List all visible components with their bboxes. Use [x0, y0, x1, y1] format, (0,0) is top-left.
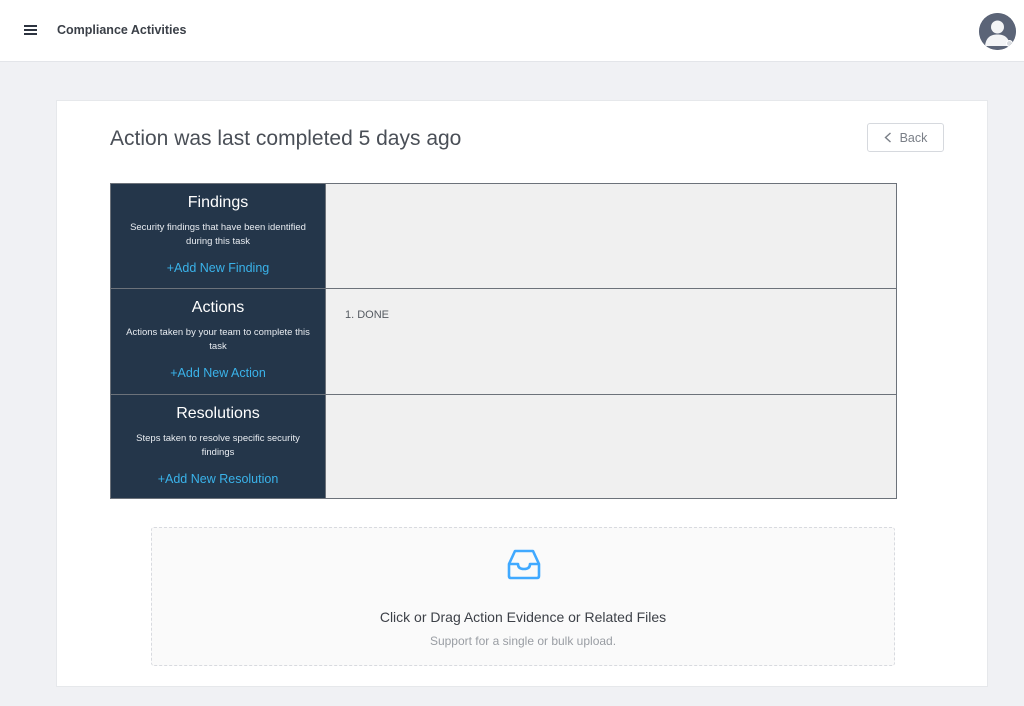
resolutions-label-cell: Resolutions Steps taken to resolve speci… [111, 395, 325, 498]
status-dot [1006, 40, 1013, 47]
actions-title: Actions [191, 299, 245, 316]
upload-title: Click or Drag Action Evidence or Related… [379, 609, 667, 625]
user-avatar-icon[interactable] [979, 13, 1016, 50]
activity-table: Findings Security findings that have bee… [110, 183, 897, 499]
plus-icon: + [157, 472, 166, 486]
upload-hint: Support for a single or bulk upload. [429, 634, 617, 648]
plus-icon: + [166, 261, 175, 275]
app-title: Compliance Activities [57, 23, 187, 37]
main-card: Action was last completed 5 days ago Bac… [56, 100, 988, 687]
actions-label-cell: Actions Actions taken by your team to co… [111, 289, 325, 394]
file-upload-dropzone[interactable]: Click or Drag Action Evidence or Related… [151, 527, 895, 666]
inbox-icon [507, 549, 541, 580]
findings-label-cell: Findings Security findings that have bee… [111, 184, 325, 288]
add-new-resolution-label: Add New Resolution [165, 472, 279, 486]
action-list-item[interactable]: 1. DONE [345, 309, 389, 321]
back-button[interactable]: Back [867, 123, 944, 152]
findings-description: Security findings that have been identif… [130, 222, 306, 247]
add-new-resolution-button[interactable]: +Add New Resolution [111, 472, 325, 486]
actions-description: Actions taken by your team to complete t… [126, 327, 310, 352]
chevron-left-icon [884, 132, 891, 143]
findings-content[interactable] [325, 184, 896, 288]
add-new-action-label: Add New Action [177, 366, 266, 380]
add-new-finding-button[interactable]: +Add New Finding [111, 261, 325, 275]
resolutions-content[interactable] [325, 395, 896, 498]
resolutions-title: Resolutions [176, 405, 260, 422]
page-title: Action was last completed 5 days ago [110, 127, 462, 150]
resolutions-description: Steps taken to resolve specific security… [136, 433, 300, 458]
findings-title: Findings [187, 194, 249, 211]
add-new-action-button[interactable]: +Add New Action [111, 366, 325, 380]
findings-row: Findings Security findings that have bee… [111, 184, 896, 289]
top-bar: Compliance Activities [0, 0, 1024, 62]
actions-row: Actions Actions taken by your team to co… [111, 289, 896, 395]
resolutions-row: Resolutions Steps taken to resolve speci… [111, 395, 896, 498]
menu-icon[interactable] [24, 25, 38, 37]
plus-icon: + [170, 366, 178, 380]
actions-content[interactable]: 1. DONE [325, 289, 896, 394]
add-new-finding-label: Add New Finding [174, 261, 270, 275]
back-button-label: Back [899, 130, 928, 145]
